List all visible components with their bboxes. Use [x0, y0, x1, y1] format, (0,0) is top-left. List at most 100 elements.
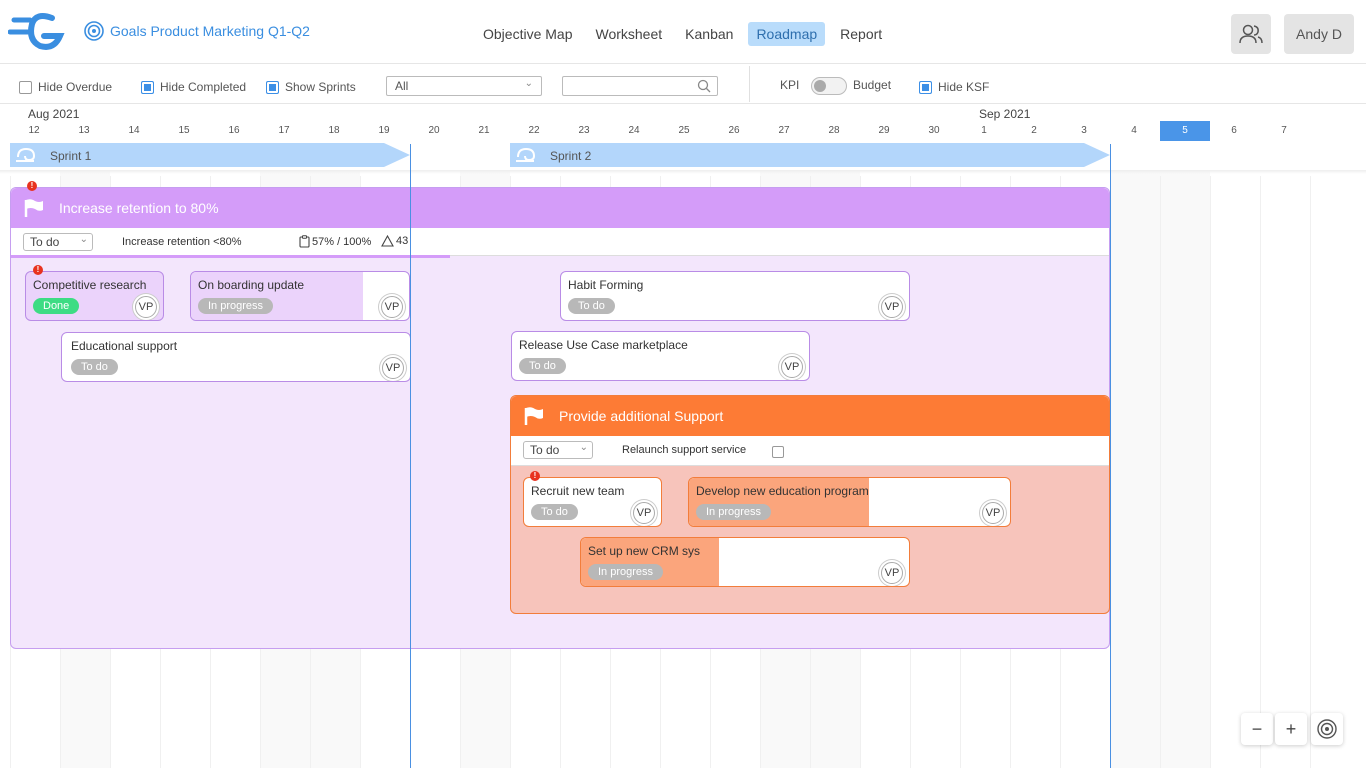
- goal-header[interactable]: Provide additional Support: [511, 396, 1109, 436]
- goal-title: Increase retention to 80%: [59, 200, 219, 216]
- day-label: 12: [28, 125, 40, 136]
- team-button[interactable]: [1231, 14, 1271, 54]
- month-label: Aug 2021: [28, 107, 80, 121]
- logo-icon[interactable]: [8, 10, 66, 54]
- search-icon[interactable]: [697, 79, 711, 93]
- day-label-today: 5: [1160, 121, 1210, 141]
- task-card[interactable]: Release Use Case marketplace To do VP: [511, 331, 810, 381]
- nav-worksheet[interactable]: Worksheet: [587, 22, 670, 46]
- task-card[interactable]: On boarding update In progress VP: [190, 271, 410, 321]
- day-label: 30: [928, 125, 940, 136]
- goal-title: Provide additional Support: [559, 408, 724, 424]
- sprint-boundary-line: [410, 144, 411, 768]
- filter-toolbar: Hide Overdue Hide Completed Show Sprints…: [0, 64, 1366, 104]
- task-status-badge[interactable]: In progress: [198, 298, 274, 314]
- alert-icon[interactable]: !: [33, 265, 43, 275]
- sprint-bar[interactable]: Sprint 1: [10, 143, 410, 167]
- day-label: 15: [178, 125, 190, 136]
- kpi-budget-toggle[interactable]: [811, 77, 847, 95]
- header-shadow: [0, 170, 1366, 174]
- goal-status-value: To do: [30, 235, 60, 249]
- day-label: 13: [78, 125, 90, 136]
- task-status-badge[interactable]: To do: [519, 358, 566, 374]
- task-card[interactable]: Set up new CRM sys In progress VP: [580, 537, 910, 587]
- budget-label: Budget: [853, 78, 892, 92]
- task-status-badge[interactable]: To do: [71, 359, 118, 375]
- alert-icon[interactable]: !: [530, 471, 540, 481]
- hide-overdue-box[interactable]: [19, 80, 32, 94]
- day-label: 21: [478, 125, 490, 136]
- task-name: Educational support: [71, 339, 178, 353]
- key-result-checkbox[interactable]: [772, 446, 784, 458]
- avatar[interactable]: VP: [982, 502, 1004, 524]
- task-status-badge[interactable]: To do: [568, 298, 615, 314]
- day-label: 26: [728, 125, 740, 136]
- target-icon: [84, 21, 104, 41]
- key-result-text[interactable]: Increase retention <80%: [122, 236, 242, 248]
- goal-header[interactable]: Increase retention to 80%: [11, 188, 1109, 228]
- project-title[interactable]: Goals Product Marketing Q1-Q2: [84, 21, 310, 41]
- sprint-label: Sprint 2: [550, 149, 592, 163]
- user-menu-button[interactable]: Andy D: [1284, 14, 1354, 54]
- avatar[interactable]: VP: [135, 296, 157, 318]
- hide-ksf-checkbox[interactable]: Hide KSF: [919, 80, 989, 94]
- day-label: 29: [878, 125, 890, 136]
- nav-roadmap[interactable]: Roadmap: [748, 22, 826, 46]
- users-icon: [1239, 24, 1263, 44]
- goal-progress-bar: [11, 255, 451, 258]
- avatar[interactable]: VP: [881, 296, 903, 318]
- nav-objective-map[interactable]: Objective Map: [475, 22, 580, 46]
- flag-icon: [24, 199, 43, 217]
- show-sprints-checkbox[interactable]: Show Sprints: [266, 80, 356, 94]
- task-status-badge[interactable]: To do: [531, 504, 578, 520]
- show-sprints-label: Show Sprints: [285, 80, 356, 94]
- avatar[interactable]: VP: [382, 357, 404, 379]
- task-card[interactable]: Habit Forming To do VP: [560, 271, 910, 321]
- goal-status-select[interactable]: To do ⌄: [523, 441, 593, 459]
- chevron-down-icon: ⌄: [579, 442, 588, 453]
- key-result-text[interactable]: Relaunch support service: [622, 444, 746, 456]
- day-label: 7: [1281, 125, 1287, 136]
- chevron-down-icon: ⌄: [524, 78, 533, 89]
- sprint-bar[interactable]: Sprint 2: [510, 143, 1110, 167]
- roadmap-timeline: Aug 2021 Sep 2021 12 13 14 15 16 17 18 1…: [0, 104, 1366, 768]
- focus-icon: [1317, 719, 1337, 739]
- flag-icon: [524, 407, 543, 425]
- day-label: 2: [1031, 125, 1037, 136]
- hide-completed-box[interactable]: [141, 80, 154, 94]
- avatar[interactable]: VP: [781, 356, 803, 378]
- avatar[interactable]: VP: [633, 502, 655, 524]
- task-status-badge[interactable]: In progress: [588, 564, 664, 580]
- filter-select[interactable]: All ⌄: [386, 76, 542, 96]
- hide-completed-checkbox[interactable]: Hide Completed: [141, 80, 246, 94]
- day-label: 20: [428, 125, 440, 136]
- task-status-badge[interactable]: In progress: [696, 504, 772, 520]
- day-label: 6: [1231, 125, 1237, 136]
- focus-today-button[interactable]: [1311, 713, 1343, 745]
- nav-report[interactable]: Report: [832, 22, 890, 46]
- day-label: 4: [1131, 125, 1137, 136]
- goal-key-result-row: To do ⌄ Relaunch support service: [511, 436, 1109, 466]
- zoom-in-button[interactable]: +: [1275, 713, 1307, 745]
- day-label: 14: [128, 125, 140, 136]
- nav-kanban[interactable]: Kanban: [677, 22, 741, 46]
- task-card[interactable]: Develop new education program In progres…: [688, 477, 1011, 527]
- chevron-down-icon: ⌄: [79, 234, 88, 245]
- avatar[interactable]: VP: [881, 562, 903, 584]
- hide-completed-label: Hide Completed: [160, 80, 247, 94]
- hide-ksf-box[interactable]: [919, 80, 932, 94]
- task-status-badge[interactable]: Done: [33, 298, 80, 314]
- task-card[interactable]: Educational support To do VP: [61, 332, 411, 382]
- alert-icon[interactable]: !: [27, 181, 37, 191]
- task-name: Develop new education program: [696, 484, 869, 498]
- goal-key-result-row: To do ⌄ Increase retention <80% 57% / 10…: [11, 228, 1109, 256]
- task-card[interactable]: Competitive research Done VP: [25, 271, 164, 321]
- show-sprints-box[interactable]: [266, 80, 279, 94]
- hide-overdue-label: Hide Overdue: [38, 80, 113, 94]
- hide-overdue-checkbox[interactable]: Hide Overdue: [19, 80, 112, 94]
- avatar[interactable]: VP: [381, 296, 403, 318]
- task-card[interactable]: Recruit new team To do VP: [523, 477, 662, 527]
- zoom-out-button[interactable]: −: [1241, 713, 1273, 745]
- goal-status-select[interactable]: To do ⌄: [23, 233, 93, 251]
- search-input[interactable]: [562, 76, 718, 96]
